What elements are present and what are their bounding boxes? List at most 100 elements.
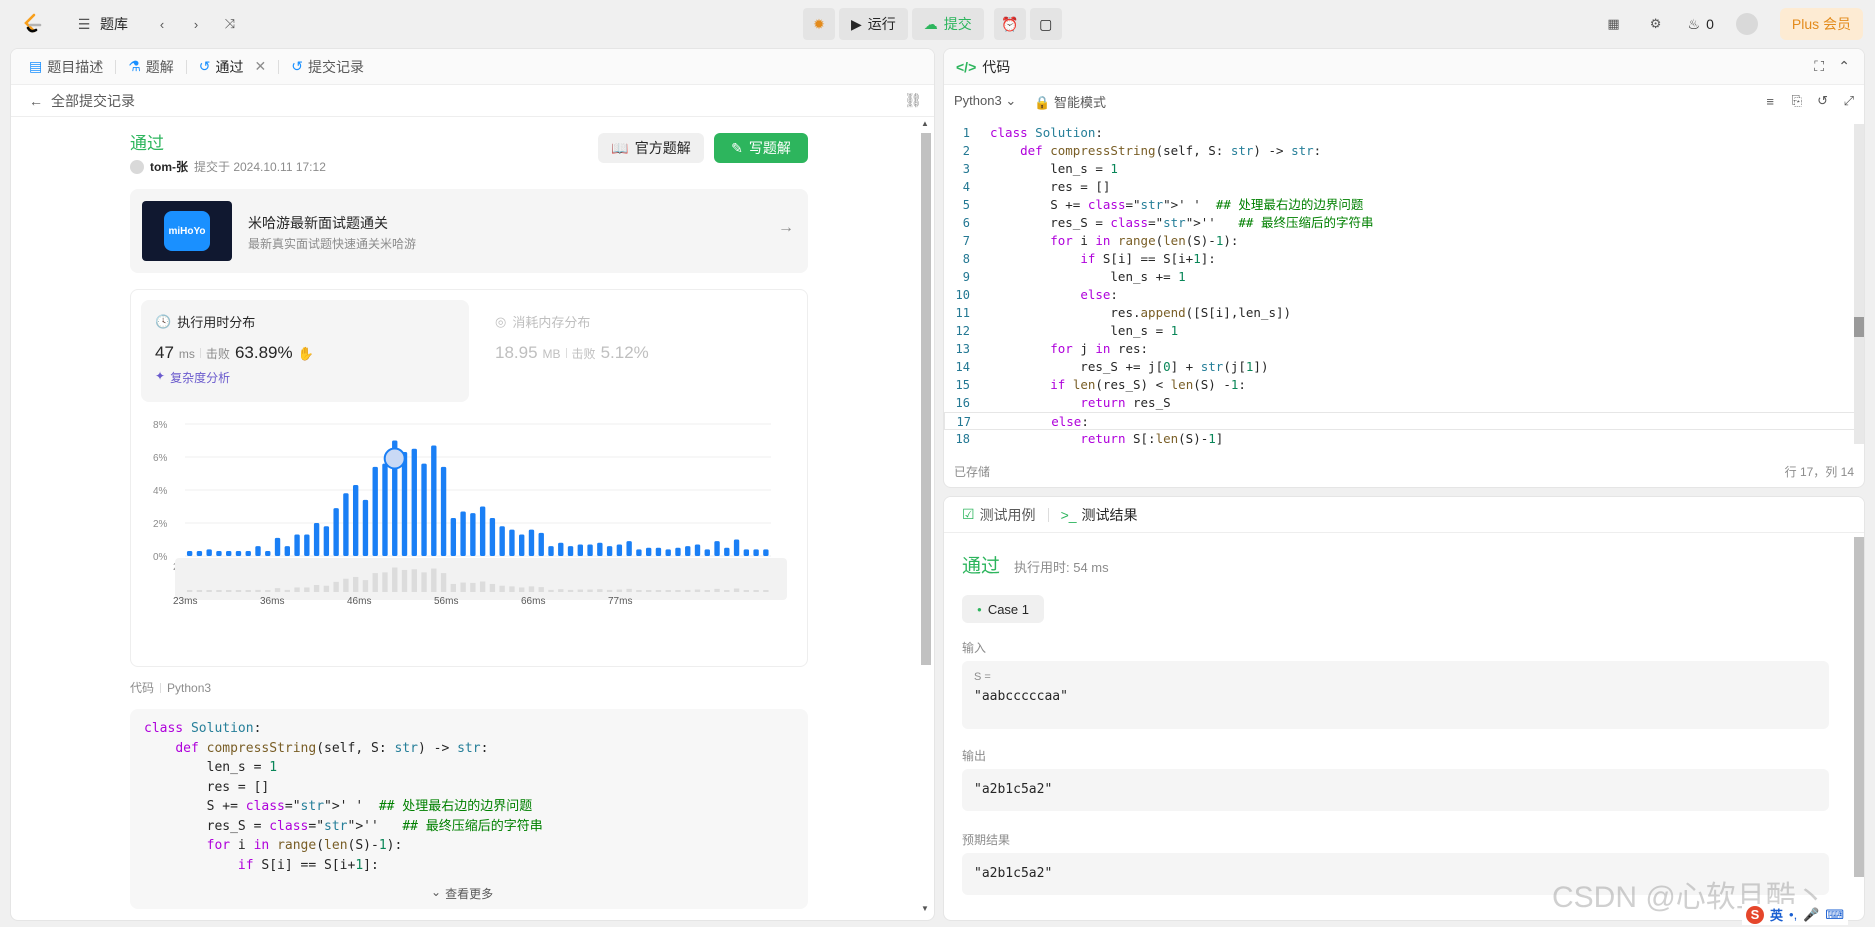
arrow-left-icon[interactable]: ←: [29, 93, 43, 109]
reset-icon[interactable]: ↺: [1817, 93, 1828, 109]
settings-gear-icon[interactable]: ⚙: [1646, 14, 1666, 34]
chart-bar[interactable]: [685, 546, 691, 556]
smart-mode-toggle[interactable]: 🔒 智能模式: [1034, 92, 1106, 111]
tab-solutions[interactable]: ⚗ 题解: [122, 57, 180, 77]
memory-box[interactable]: ◎ 消耗内存分布 18.95 MB 击败 5.12%: [481, 300, 799, 402]
chart-bar[interactable]: [636, 549, 642, 556]
chart-bar[interactable]: [704, 549, 710, 556]
back-to-submissions-link[interactable]: 全部提交记录: [51, 91, 135, 111]
code-editor[interactable]: 1 class Solution: 2 def compressString(sel…: [944, 124, 1856, 448]
chart-bar[interactable]: [431, 445, 437, 556]
shuffle-icon[interactable]: ⤨: [220, 14, 240, 34]
editor-scroll-thumb[interactable]: [1854, 317, 1864, 337]
debug-button[interactable]: ✹: [803, 8, 835, 40]
chart-bar[interactable]: [743, 549, 750, 556]
chart-bar[interactable]: [655, 547, 662, 556]
chart-bar[interactable]: [665, 549, 671, 556]
chart-bar[interactable]: [470, 513, 476, 556]
chart-bar[interactable]: [352, 485, 359, 556]
chart-bar[interactable]: [567, 546, 574, 556]
chart-bar[interactable]: [577, 544, 583, 556]
chart-bar[interactable]: [294, 534, 300, 556]
chart-bar[interactable]: [333, 508, 339, 556]
punctuation-icon[interactable]: •,: [1789, 907, 1797, 922]
chart-bar[interactable]: [606, 546, 613, 556]
write-solution-button[interactable]: ✎ 写题解: [714, 133, 808, 163]
chart-bar[interactable]: [714, 541, 720, 556]
chart-bar[interactable]: [694, 544, 701, 556]
chart-bar[interactable]: [528, 529, 535, 556]
next-problem-icon[interactable]: ›: [186, 14, 206, 34]
chart-bar[interactable]: [372, 466, 378, 556]
submit-button[interactable]: ☁ 提交: [911, 8, 984, 40]
ime-toolbar[interactable]: S 英 •, 🎤 ⌨: [1742, 904, 1849, 925]
fullscreen-icon[interactable]: ⛶: [1814, 58, 1824, 75]
chart-bar[interactable]: [724, 547, 730, 556]
chart-bar[interactable]: [382, 463, 388, 556]
note-button[interactable]: ▢: [1029, 8, 1062, 40]
expand-icon[interactable]: ⤢: [1844, 93, 1854, 109]
prev-problem-icon[interactable]: ‹: [152, 14, 172, 34]
chart-bar[interactable]: [411, 448, 417, 556]
chart-bar[interactable]: [489, 518, 496, 556]
ad-banner[interactable]: miHoYo 米哈游最新面试题通关 最新真实面试题快速通关米哈游 →: [130, 189, 808, 273]
chart-bar[interactable]: [323, 526, 330, 556]
chart-bar[interactable]: [519, 534, 525, 556]
case-1-tab[interactable]: ● Case 1: [962, 595, 1044, 623]
chart-bar[interactable]: [440, 466, 447, 556]
problem-list-button[interactable]: ☰ 题库: [74, 14, 128, 34]
complexity-link[interactable]: ✦ 复杂度分析: [155, 369, 455, 386]
chart-bar[interactable]: [587, 544, 593, 556]
chart-bar[interactable]: [450, 518, 457, 556]
plus-member-button[interactable]: Plus 会员: [1779, 8, 1863, 40]
chart-bar[interactable]: [401, 452, 408, 556]
keyboard-icon[interactable]: ⌨: [1825, 907, 1844, 923]
user-name[interactable]: tom-张: [150, 158, 188, 175]
format-icon[interactable]: ≡: [1766, 94, 1774, 109]
chart-bar[interactable]: [499, 526, 505, 556]
bookmark-icon[interactable]: ⎘: [1792, 93, 1802, 109]
chart-bar[interactable]: [479, 506, 486, 557]
chart-bar[interactable]: [626, 541, 632, 556]
official-solution-button[interactable]: 📖 官方题解: [598, 133, 704, 163]
chart-bar[interactable]: [558, 542, 564, 556]
chart-bar[interactable]: [763, 549, 769, 556]
chart-bar[interactable]: [645, 547, 652, 556]
left-scrollbar[interactable]: [921, 133, 931, 665]
chart-bar[interactable]: [538, 532, 544, 556]
chart-bar[interactable]: [255, 546, 261, 556]
language-select[interactable]: Python3 ⌄: [954, 93, 1016, 109]
chart-bar[interactable]: [616, 544, 623, 556]
test-scrollbar[interactable]: [1854, 537, 1864, 877]
mic-icon[interactable]: 🎤: [1803, 907, 1819, 923]
layout-icon[interactable]: ▦: [1604, 14, 1624, 34]
chart-bar[interactable]: [597, 542, 603, 556]
chart-bar[interactable]: [313, 523, 320, 556]
share-link-icon[interactable]: ⛓: [904, 92, 922, 109]
ime-lang[interactable]: 英: [1770, 905, 1783, 924]
run-button[interactable]: ▶ 运行: [839, 8, 908, 40]
chart-bar[interactable]: [304, 534, 310, 556]
chart-bar[interactable]: [421, 463, 427, 556]
runtime-box[interactable]: 🕓 执行用时分布 47 ms 击败 63.89% ✋ ✦ 复杂度分析: [141, 300, 469, 402]
chart-bar[interactable]: [733, 539, 740, 557]
tab-accepted[interactable]: ↺ 通过 ✕: [193, 57, 272, 77]
leetcode-logo[interactable]: [20, 12, 44, 36]
tab-test-result[interactable]: >_ 测试结果: [1055, 505, 1144, 525]
scroll-up-icon[interactable]: ▲: [921, 119, 929, 128]
chart-bar[interactable]: [284, 546, 290, 556]
tab-submissions[interactable]: ↺ 提交记录: [285, 57, 370, 77]
chart-bar[interactable]: [548, 546, 554, 556]
chart-bar[interactable]: [274, 537, 281, 556]
current-submission-marker[interactable]: [383, 447, 406, 470]
tab-description[interactable]: ▤ 题目描述: [23, 57, 109, 77]
chart-bar[interactable]: [753, 549, 759, 556]
chart-bar[interactable]: [509, 529, 515, 556]
scroll-down-icon[interactable]: ▼: [921, 904, 929, 913]
collapse-icon[interactable]: ⌃: [1838, 58, 1850, 75]
chart-bar[interactable]: [362, 499, 369, 556]
timer-button[interactable]: ⏰: [993, 8, 1026, 40]
chart-bar[interactable]: [460, 511, 466, 556]
close-icon[interactable]: ✕: [255, 58, 267, 75]
chart-bar[interactable]: [675, 547, 681, 556]
